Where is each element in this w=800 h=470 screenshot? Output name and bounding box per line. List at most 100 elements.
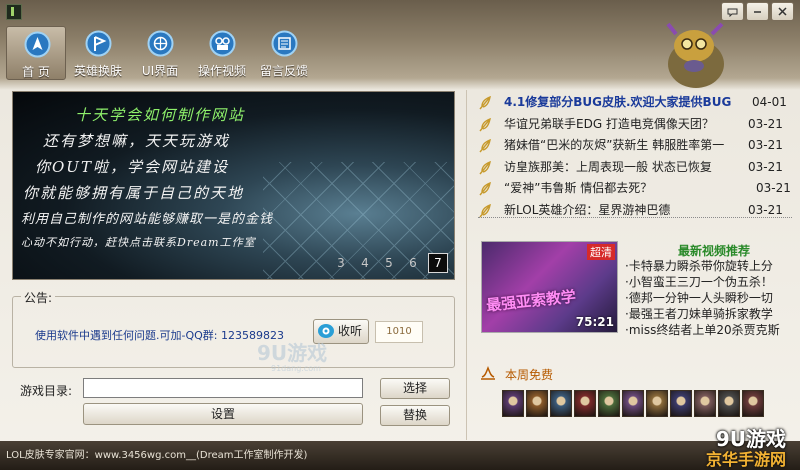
settings-button[interactable]: 设置 — [83, 403, 363, 425]
free-hero-portrait[interactable] — [526, 390, 548, 417]
nav-hero-skins[interactable]: 英雄换肤 — [68, 26, 128, 80]
banner-page-7[interactable]: 7 — [428, 253, 448, 273]
video-list: ·卡特暴力瞬杀带你旋转上分 ·小智蛮王三刀一个伪五杀！ ·德邦一分钟一人头瞬秒一… — [625, 258, 780, 338]
nav-ui-label: UI界面 — [141, 64, 179, 78]
flag-icon — [85, 30, 112, 57]
free-hero-portrait[interactable] — [670, 390, 692, 417]
close-button[interactable] — [771, 2, 794, 21]
free-hero-portrait[interactable] — [622, 390, 644, 417]
home-compass-icon — [24, 31, 51, 58]
banner-line-6: 心动不如行动，赶快点击联系Dream工作室 — [21, 236, 256, 249]
promo-banner[interactable]: 十天学会如何制作网站 还有梦想嘛，天天玩游戏 你OUT啦，学会网站建设 你就能够… — [12, 91, 455, 280]
minimize-button[interactable] — [746, 2, 769, 21]
news-date: 03-21 — [748, 138, 783, 152]
nav-feedback-label: 留言反馈 — [259, 64, 308, 78]
free-hero-portrait[interactable] — [742, 390, 764, 417]
video-item[interactable]: ·卡特暴力瞬杀带你旋转上分 — [625, 258, 780, 274]
video-item[interactable]: ·miss终结者上单20杀贾克斯 — [625, 322, 780, 338]
free-hero-portrait[interactable] — [646, 390, 668, 417]
close-icon — [778, 7, 787, 16]
quill-icon — [479, 160, 491, 174]
banner-line-5: 利用自己制作的网站能够赚取一是的金钱 — [21, 212, 274, 227]
video-thumbnail[interactable]: 超清 最强亚索教学 75:21 — [481, 241, 618, 333]
game-dir-input[interactable] — [83, 378, 363, 398]
main-nav: 首 页 英雄换肤 UI界面 操作视频 留言反馈 — [6, 26, 314, 80]
hero-mascot-image — [666, 22, 724, 88]
nav-home[interactable]: 首 页 — [6, 26, 66, 80]
nav-videos-label: 操作视频 — [197, 64, 246, 78]
news-divider — [478, 217, 792, 218]
free-hero-portrait[interactable] — [694, 390, 716, 417]
select-button[interactable]: 选择 — [380, 378, 450, 399]
free-hero-portrait[interactable] — [550, 390, 572, 417]
nav-hero-skins-label: 英雄换肤 — [73, 64, 122, 78]
watermark-line-1: 9U游戏 — [257, 341, 327, 365]
banner-pager: 3 4 5 6 7 — [332, 253, 448, 273]
game-dir-label: 游戏目录: — [20, 384, 73, 398]
banner-page-6[interactable]: 6 — [404, 254, 422, 272]
news-title[interactable]: “爱神”韦鲁斯 情侣都去死？ — [504, 178, 652, 199]
news-item[interactable]: 4.1修复部分BUG皮肤.欢迎大家提供BUG 04-01 — [478, 92, 796, 114]
feedback-icon — [271, 30, 298, 57]
news-title[interactable]: 华谊兄弟联手EDG 打造电竞偶像天团？ — [504, 114, 714, 135]
quill-icon — [479, 182, 491, 196]
minimize-icon — [754, 11, 761, 13]
news-item[interactable]: 猪妹借“巴米的灰烬”获新生 韩服胜率第一 03-21 — [478, 135, 796, 157]
watermark-logo: 9U游戏 91dang.com — [257, 341, 327, 373]
banner-page-5[interactable]: 5 — [380, 254, 398, 272]
free-hero-portrait[interactable] — [718, 390, 740, 417]
news-date: 04-01 — [752, 95, 787, 109]
news-title[interactable]: 访皇族那美：上周表现一般 状态已恢复 — [504, 157, 712, 178]
nav-videos[interactable]: 操作视频 — [192, 26, 252, 80]
video-item[interactable]: ·最强王者刀妹单骑拆家教学 — [625, 306, 780, 322]
brand-line-2: 京华手游网 — [705, 450, 786, 469]
banner-line-2: 还有梦想嘛，天天玩游戏 — [43, 132, 231, 150]
watermark-line-2: 91dang.com — [271, 364, 321, 373]
free-hero-portrait[interactable] — [502, 390, 524, 417]
video-duration: 75:21 — [575, 315, 614, 329]
news-item[interactable]: 访皇族那美：上周表现一般 状态已恢复 03-21 — [478, 157, 796, 179]
notice-title: 公告: — [21, 289, 56, 306]
nav-ui[interactable]: UI界面 — [130, 26, 190, 80]
news-item[interactable]: “爱神”韦鲁斯 情侣都去死？ 03-21 — [478, 178, 796, 200]
quill-icon — [479, 203, 491, 217]
status-text: LOL皮肤专家官网：www.3456wg.com__(Dream工作室制作开发) — [6, 450, 308, 461]
news-title[interactable]: 猪妹借“巴米的灰烬”获新生 韩服胜率第一 — [504, 135, 748, 156]
free-heroes-icon — [481, 365, 495, 380]
banner-page-3[interactable]: 3 — [332, 254, 350, 272]
news-date: 03-21 — [748, 116, 783, 131]
news-list: 4.1修复部分BUG皮肤.欢迎大家提供BUG 04-01 华谊兄弟联手EDG 打… — [478, 92, 796, 221]
app-logo — [6, 4, 22, 20]
quill-icon — [479, 117, 491, 131]
nav-feedback[interactable]: 留言反馈 — [254, 26, 314, 80]
news-date: 03-21 — [748, 159, 783, 174]
banner-line-3: 你OUT啦，学会网站建设 — [35, 158, 229, 176]
news-title[interactable]: 4.1修复部分BUG皮肤.欢迎大家提供BUG — [504, 92, 731, 113]
banner-line-4: 你就能够拥有属于自己的天地 — [23, 184, 245, 202]
free-heroes-strip — [502, 390, 764, 417]
notice-text: 使用软件中遇到任何问题.可加-QQ群: 123589823 — [35, 329, 284, 342]
replace-button[interactable]: 替换 — [380, 405, 450, 426]
free-heroes-heading: 本周免费 — [505, 368, 554, 382]
quill-icon — [479, 139, 491, 153]
column-divider — [466, 90, 467, 440]
app-window: 首 页 英雄换肤 UI界面 操作视频 留言反馈 十天学会如何制作网站 还有梦想嘛… — [0, 0, 800, 470]
video-thumb-caption: 最强亚索教学 — [485, 287, 577, 315]
video-item[interactable]: ·德邦一分钟一人头瞬秒一切 — [625, 290, 780, 306]
free-hero-portrait[interactable] — [598, 390, 620, 417]
news-date: 03-21 — [756, 181, 791, 195]
free-hero-portrait[interactable] — [574, 390, 596, 417]
video-heading: 最新视频推荐 — [678, 244, 751, 258]
banner-line-1: 十天学会如何制作网站 — [75, 106, 246, 124]
video-icon — [209, 30, 236, 57]
quill-icon — [479, 96, 491, 110]
notice-box: 公告: 使用软件中遇到任何问题.可加-QQ群: 123589823 收听 101… — [12, 289, 455, 368]
video-item[interactable]: ·小智蛮王三刀一个伪五杀！ — [625, 274, 780, 290]
listen-label: 收听 — [338, 324, 363, 338]
interface-globe-icon — [147, 30, 174, 57]
nav-home-label: 首 页 — [22, 65, 50, 79]
listener-count: 1010 — [375, 321, 423, 343]
banner-page-4[interactable]: 4 — [356, 254, 374, 272]
brand-logo: 9U游戏 京华手游网 — [636, 423, 786, 469]
news-item[interactable]: 华谊兄弟联手EDG 打造电竞偶像天团？ 03-21 — [478, 114, 796, 136]
